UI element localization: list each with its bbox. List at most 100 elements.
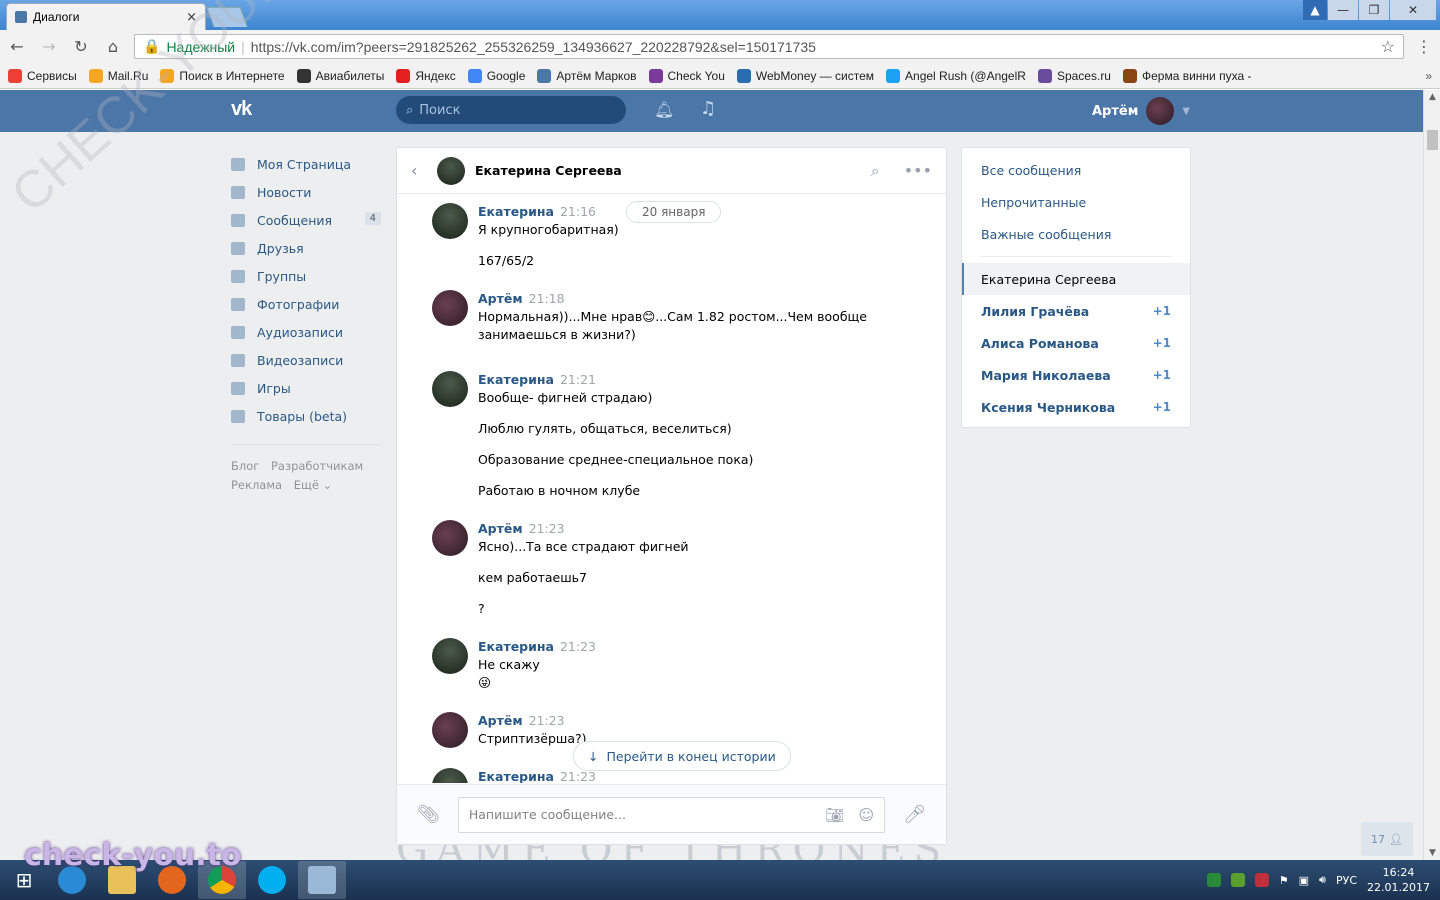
tray-app-icon[interactable] — [1206, 873, 1221, 887]
message-author[interactable]: Артём — [478, 713, 523, 728]
music-note-icon[interactable]: ♫ — [700, 98, 716, 119]
scroll-thumb[interactable] — [1427, 130, 1438, 150]
bookmark-label: WebMoney — систем — [755, 68, 875, 83]
volume-icon[interactable]: 🔊︎ — [1319, 873, 1326, 887]
avatar[interactable] — [432, 371, 468, 407]
message-author[interactable]: Екатерина — [478, 204, 554, 219]
sidebar-item[interactable]: Новости — [231, 178, 381, 206]
bookmark-item[interactable]: Angel Rush (@AngelR — [886, 68, 1026, 83]
camera-icon[interactable]: 📷︎ — [825, 806, 844, 824]
flag-icon[interactable]: ⚑ — [1279, 874, 1289, 887]
home-icon[interactable]: ⌂ — [102, 37, 124, 56]
bookmark-item[interactable]: Авиабилеты — [296, 68, 384, 83]
search-icon[interactable]: ⌕ — [871, 161, 880, 181]
search-input[interactable]: ⌕ Поиск — [396, 96, 626, 124]
conversation-item[interactable]: Лилия Грачёва +1 — [962, 295, 1190, 327]
dialogs-filter-panel: Все сообщения Непрочитанные Важные сообщ… — [961, 147, 1191, 428]
footer-link-ads[interactable]: Реклама — [231, 478, 282, 492]
maximize-button[interactable]: ❐ — [1359, 0, 1389, 20]
close-window-button[interactable]: ✕ — [1390, 0, 1436, 20]
message-list[interactable]: 20 января Екатерина 21:16 Я крупногобаритн… — [397, 195, 946, 783]
page-scrollbar[interactable]: ▲ ▼ — [1423, 90, 1440, 860]
bookmark-item[interactable]: Сервисы — [8, 68, 77, 83]
back-arrow-icon[interactable]: ← — [6, 37, 28, 56]
language-indicator[interactable]: РУС — [1336, 874, 1357, 887]
vk-logo[interactable]: vk — [231, 98, 252, 121]
sidebar-item[interactable]: Фотографии — [231, 290, 381, 318]
conversation-item[interactable]: Екатерина Сергеева — [962, 263, 1190, 295]
microphone-icon[interactable]: 🎤︎ — [903, 804, 926, 825]
filter-important[interactable]: Важные сообщения — [962, 218, 1190, 250]
url-text[interactable]: https://vk.com/im?peers=291825262_255326… — [251, 39, 1375, 55]
scroll-up-arrow-icon[interactable]: ▲ — [1424, 92, 1440, 102]
chat-title[interactable]: Екатерина Сергеева — [475, 163, 861, 178]
bookmark-item[interactable]: Яндекс — [396, 68, 456, 83]
emoji-icon[interactable]: ☺ — [859, 806, 875, 824]
clock[interactable]: 16:24 22.01.2017 — [1367, 865, 1430, 895]
avatar[interactable] — [432, 638, 468, 674]
message-author[interactable]: Артём — [478, 291, 523, 306]
footer-link-more[interactable]: Ещё ⌄ — [294, 478, 332, 492]
back-chevron-icon[interactable]: ‹ — [411, 161, 427, 180]
skype-taskbar-icon[interactable] — [248, 861, 296, 899]
network-icon[interactable]: ▣ — [1299, 874, 1309, 887]
notifications-bell-icon[interactable]: 🔔︎ — [654, 100, 674, 119]
avatar[interactable] — [432, 203, 468, 239]
jump-to-end-button[interactable]: ↓ Перейти в конец истории — [573, 741, 791, 771]
reload-icon[interactable]: ↻ — [70, 37, 92, 56]
user-menu[interactable]: Артём ▼ — [1092, 97, 1190, 125]
message-input[interactable]: Напишите сообщение... 📷︎ ☺ — [457, 796, 886, 833]
bookmarks-overflow-icon[interactable]: » — [1425, 69, 1432, 83]
avatar[interactable] — [432, 712, 468, 748]
sidebar-item[interactable]: Товары (beta) — [231, 402, 381, 430]
forward-arrow-icon[interactable]: → — [38, 37, 60, 56]
sidebar-item-label: Моя Страница — [257, 156, 351, 172]
conversation-item[interactable]: Алиса Романова +1 — [962, 327, 1190, 359]
bookmark-item[interactable]: Check You — [648, 68, 725, 83]
sidebar-item[interactable]: Друзья — [231, 234, 381, 262]
chrome-menu-icon[interactable]: ⋮ — [1414, 37, 1434, 56]
footer-link-blog[interactable]: Блог — [231, 459, 259, 473]
sidebar-item[interactable]: Группы — [231, 262, 381, 290]
message-author[interactable]: Артём — [478, 521, 523, 536]
conversation-item[interactable]: Мария Николаева +1 — [962, 359, 1190, 391]
message-author[interactable]: Екатерина — [478, 372, 554, 387]
message-group[interactable]: Артём 21:23 Ясно)...Та все страдают фигней… — [432, 520, 912, 618]
message-group[interactable]: Екатерина 21:23 Не скажу 😜 — [432, 638, 912, 692]
footer-link-developers[interactable]: Разработчикам — [271, 459, 363, 473]
message-author[interactable]: Екатерина — [478, 769, 554, 783]
conversation-item[interactable]: Ксения Черникова +1 — [962, 391, 1190, 423]
message-group[interactable]: Артём 21:18 Нормальная))...Мне нрав😊...Сам… — [432, 290, 912, 344]
bookmark-item[interactable]: WebMoney — систем — [736, 68, 875, 83]
sidebar-item[interactable]: Игры — [231, 374, 381, 402]
message-author[interactable]: Екатерина — [478, 639, 554, 654]
more-dots-icon[interactable]: ••• — [904, 161, 932, 181]
vk-header: vk ⌕ Поиск 🔔︎ ♫ Артём ▼ — [0, 90, 1423, 132]
avatar[interactable] — [432, 768, 468, 783]
profile-icon[interactable]: ▲ — [1303, 0, 1327, 20]
avatar[interactable] — [432, 290, 468, 326]
message-group[interactable]: Екатерина 21:16 Я крупногобаритная) 167/65/… — [432, 203, 912, 270]
filter-unread[interactable]: Непрочитанные — [962, 186, 1190, 218]
avatar[interactable] — [432, 520, 468, 556]
address-bar[interactable]: 🔒 Надежный | https://vk.com/im?peers=291… — [134, 34, 1404, 59]
sidebar-item[interactable]: Аудиозаписи — [231, 318, 381, 346]
sidebar-item[interactable]: Сообщения 4 — [231, 206, 381, 234]
online-friends-counter[interactable]: 17 👤︎ — [1361, 822, 1413, 856]
contact-avatar[interactable] — [437, 156, 465, 185]
bookmark-item[interactable]: Артём Марков — [537, 68, 637, 83]
bookmark-item[interactable]: Ферма винни пуха - — [1122, 68, 1251, 83]
tray-app-icon[interactable] — [1230, 873, 1245, 887]
sidebar-item[interactable]: Видеозаписи — [231, 346, 381, 374]
tray-app-icon[interactable] — [1254, 873, 1269, 887]
message-group[interactable]: Екатерина 21:21 Вообще- фигней страдаю) Люб… — [432, 371, 912, 500]
attach-paperclip-icon[interactable]: 📎︎ — [417, 804, 440, 825]
scroll-down-arrow-icon[interactable]: ▼ — [1424, 848, 1440, 858]
bookmark-item[interactable]: Google — [467, 68, 525, 83]
sidebar-item[interactable]: Моя Страница — [231, 150, 381, 178]
minimize-button[interactable]: — — [1328, 0, 1358, 20]
filter-all-messages[interactable]: Все сообщения — [962, 154, 1190, 186]
notepad-taskbar-icon[interactable] — [298, 861, 346, 899]
bookmark-star-icon[interactable]: ☆ — [1381, 37, 1395, 57]
bookmark-item[interactable]: Spaces.ru — [1037, 68, 1111, 83]
